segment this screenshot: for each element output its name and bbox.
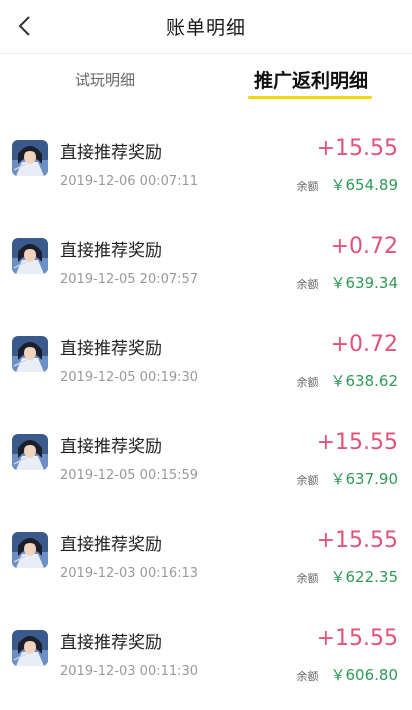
record-title: 直接推荐奖励: [60, 143, 162, 163]
record-list: 直接推荐奖励 2019-12-06 00:07:11 +15.55 余额 ￥65…: [0, 110, 412, 698]
record-time: 2019-12-05 00:19:30: [60, 370, 199, 385]
list-item[interactable]: 直接推荐奖励 2019-12-03 00:16:13 +15.55 余额 ￥62…: [0, 502, 412, 600]
page-title: 账单明细: [165, 17, 246, 39]
record-time: 2019-12-05 00:15:59: [60, 468, 199, 483]
record-balance: 余额 ￥638.62: [297, 370, 399, 391]
record-title: 直接推荐奖励: [60, 437, 162, 457]
record-time: 2019-12-05 20:07:57: [60, 272, 199, 287]
record-time: 2019-12-03 00:11:30: [60, 664, 199, 679]
balance-label: 余额: [296, 474, 319, 487]
balance-value: ￥654.89: [330, 176, 399, 194]
record-amount: +15.55: [316, 626, 398, 651]
record-title: 直接推荐奖励: [60, 633, 162, 653]
record-time: 2019-12-03 00:16:13: [60, 566, 199, 581]
balance-value: ￥637.90: [330, 470, 399, 488]
record-amount: +0.72: [330, 234, 398, 259]
list-item[interactable]: 直接推荐奖励 2019-12-05 00:15:59 +15.55 余额 ￥63…: [0, 404, 412, 502]
active-tab-indicator: [248, 96, 372, 99]
balance-label: 余额: [296, 180, 319, 193]
game-avatar: [12, 434, 48, 470]
game-avatar: [12, 532, 48, 568]
game-avatar: [12, 336, 48, 372]
chevron-left-icon: [18, 16, 30, 36]
balance-value: ￥606.80: [330, 666, 399, 684]
record-balance: 余额 ￥654.89: [297, 174, 399, 195]
record-amount: +15.55: [316, 430, 398, 455]
record-balance: 余额 ￥606.80: [297, 664, 399, 685]
record-amount: +15.55: [316, 528, 398, 553]
list-item[interactable]: 直接推荐奖励 2019-12-06 00:07:11 +15.55 余额 ￥65…: [0, 110, 412, 208]
record-balance: 余额 ￥622.35: [297, 566, 399, 587]
balance-value: ￥638.62: [330, 372, 399, 390]
back-button[interactable]: [10, 11, 38, 41]
record-title: 直接推荐奖励: [60, 339, 162, 359]
balance-label: 余额: [296, 278, 319, 291]
record-balance: 余额 ￥637.90: [297, 468, 399, 489]
game-avatar: [12, 238, 48, 274]
list-item[interactable]: 直接推荐奖励 2019-12-03 00:11:30 +15.55 余额 ￥60…: [0, 600, 412, 698]
record-time: 2019-12-06 00:07:11: [60, 174, 199, 189]
app-header: 账单明细: [0, 0, 412, 54]
game-avatar: [12, 630, 48, 666]
balance-value: ￥639.34: [330, 274, 399, 292]
balance-label: 余额: [296, 376, 319, 389]
record-amount: +0.72: [330, 332, 398, 357]
record-balance: 余额 ￥639.34: [297, 272, 399, 293]
record-amount: +15.55: [316, 136, 398, 161]
tab-trial-details[interactable]: 试玩明细: [40, 54, 170, 104]
record-title: 直接推荐奖励: [60, 241, 162, 261]
balance-value: ￥622.35: [330, 568, 399, 586]
balance-label: 余额: [296, 572, 319, 585]
record-title: 直接推荐奖励: [60, 535, 162, 555]
game-avatar: [12, 140, 48, 176]
balance-label: 余额: [296, 670, 319, 683]
list-item[interactable]: 直接推荐奖励 2019-12-05 00:19:30 +0.72 余额 ￥638…: [0, 306, 412, 404]
list-item[interactable]: 直接推荐奖励 2019-12-05 20:07:57 +0.72 余额 ￥639…: [0, 208, 412, 306]
